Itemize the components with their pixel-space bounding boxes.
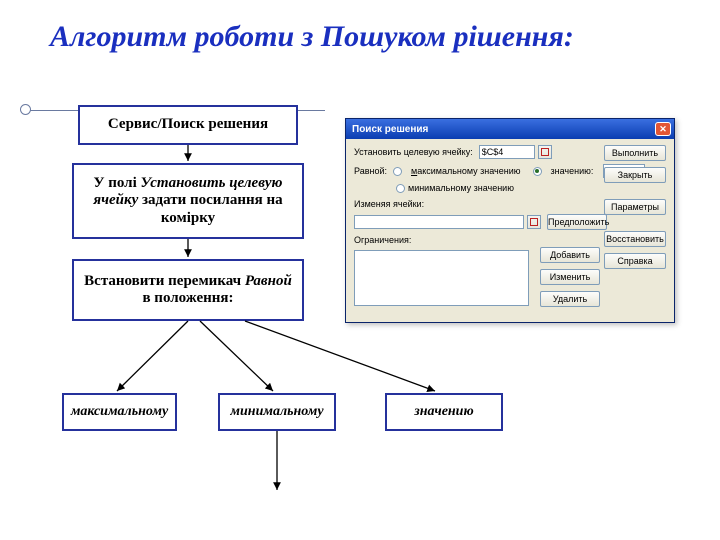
radio-min[interactable] (396, 184, 405, 193)
delete-button[interactable]: Удалить (540, 291, 600, 307)
decor-dot (20, 104, 31, 115)
flow-option-min: минимальному (218, 393, 336, 431)
radio-value[interactable] (533, 167, 542, 176)
changing-cells-input[interactable] (354, 215, 524, 229)
close-button[interactable]: Закрыть (604, 167, 666, 183)
flow-step-2: У полі Установить целевую ячейку задати … (72, 163, 304, 239)
radio-max[interactable] (393, 167, 402, 176)
solver-dialog: Поиск решения ✕ Установить целевую ячейк… (345, 118, 675, 323)
flow-option-min-text: минимальному (230, 404, 323, 419)
help-button[interactable]: Справка (604, 253, 666, 269)
flow-step-2-text: У полі Установить целевую ячейку задати … (80, 175, 296, 227)
flow-step-1-text: Сервис/Поиск решения (108, 116, 268, 133)
equal-label: Равной: (354, 166, 387, 176)
close-icon[interactable]: ✕ (655, 122, 671, 136)
flow-option-max: максимальному (62, 393, 177, 431)
radio-min-label: минимальному значению (408, 183, 514, 193)
dialog-titlebar[interactable]: Поиск решения ✕ (346, 119, 674, 139)
range-picker-icon[interactable] (538, 145, 552, 159)
flow-option-max-text: максимальному (71, 404, 168, 419)
target-cell-input[interactable] (479, 145, 535, 159)
run-button[interactable]: Выполнить (604, 145, 666, 161)
add-button[interactable]: Добавить (540, 247, 600, 263)
changing-cells-label: Изменяя ячейки: (354, 199, 424, 209)
radio-max-label: ммаксимальному значениюаксимальному знач… (411, 166, 521, 176)
constraints-label: Ограничения: (354, 235, 411, 245)
dialog-title: Поиск решения (352, 124, 428, 135)
constraints-list[interactable] (354, 250, 529, 306)
flow-option-value-text: значению (414, 404, 473, 419)
flow-option-value: значению (385, 393, 503, 431)
page-title: Алгоритм роботи з Пошуком рішення: (50, 20, 650, 55)
flow-step-3-text: Встановити перемикач Равной в положення: (80, 273, 296, 308)
target-cell-label: Установить целевую ячейку: (354, 147, 473, 157)
flow-step-3: Встановити перемикач Равной в положення: (72, 259, 304, 321)
radio-value-label: значению: (551, 166, 594, 176)
flow-step-1: Сервис/Поиск решения (78, 105, 298, 145)
range-picker-icon-2[interactable] (527, 215, 541, 229)
reset-button[interactable]: Восстановить (604, 231, 666, 247)
edit-button[interactable]: Изменить (540, 269, 600, 285)
params-button[interactable]: Параметры (604, 199, 666, 215)
guess-button[interactable]: Предположить (547, 214, 607, 230)
